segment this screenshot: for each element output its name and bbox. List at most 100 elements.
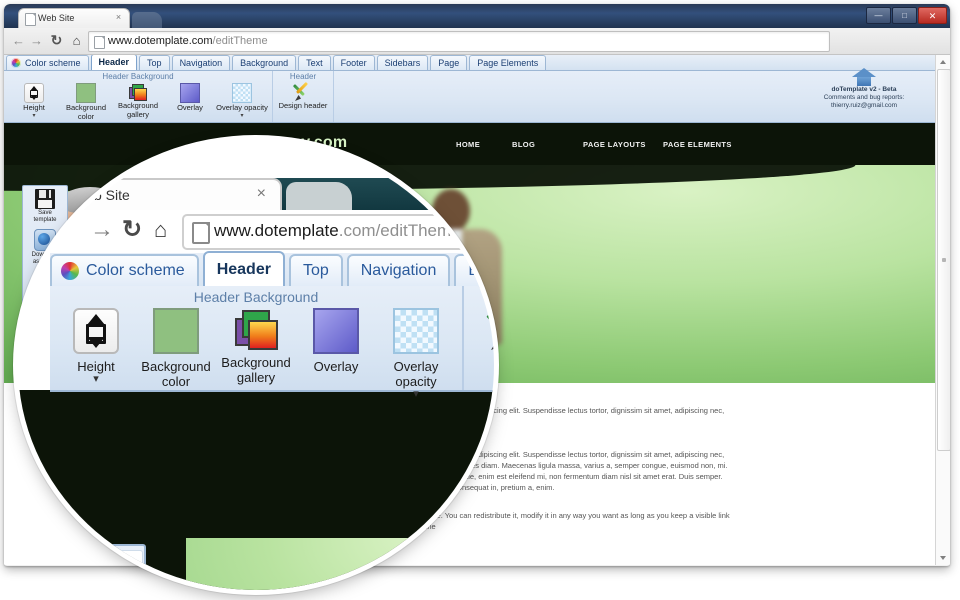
- ribbon-button-height[interactable]: Height ▾: [8, 82, 60, 119]
- site-nav-page-layouts[interactable]: PAGE LAYOUTS: [583, 140, 663, 149]
- color-wheel-icon: [11, 58, 21, 68]
- minimize-button[interactable]: —: [866, 7, 891, 24]
- magnified-address-bar[interactable]: www.dotemplate.com/editTheme: [182, 214, 494, 250]
- close-icon[interactable]: ×: [114, 13, 123, 22]
- scroll-down-icon[interactable]: [936, 551, 950, 565]
- minimize-icon: —: [874, 10, 883, 20]
- ribbon-toolbar: Header Background Height ▾ Background co…: [4, 68, 950, 123]
- browser-titlebar: Web Site × — □ ✕: [4, 4, 950, 29]
- browser-toolbar: ← → ↻ ⌂ www.dotemplate.com/editTheme: [4, 28, 950, 55]
- magnified-tab-background[interactable]: Background: [454, 254, 494, 286]
- tab-page-elements[interactable]: Page Elements: [469, 55, 547, 70]
- close-window-button[interactable]: ✕: [918, 7, 947, 24]
- color-wheel-icon: [61, 262, 79, 280]
- ribbon-group-header: Header Design header: [273, 71, 334, 122]
- maximize-button[interactable]: □: [892, 7, 917, 24]
- new-tab-button[interactable]: [132, 12, 162, 28]
- ribbon-button-label: Overlay: [177, 103, 203, 112]
- url-path: /editTheme: [212, 35, 268, 47]
- close-icon[interactable]: ×: [257, 185, 266, 203]
- url-domain: www.dotemplate: [214, 221, 339, 240]
- tab-background[interactable]: Background: [232, 55, 297, 70]
- scrollbar-thumb[interactable]: [937, 69, 950, 451]
- magnifier-content: b Site × → ↻ ⌂ www.dotemplate.com/editTh…: [18, 140, 494, 590]
- ribbon-button-overlay-opacity[interactable]: Overlay opacity ▾: [216, 82, 268, 119]
- ribbon-group-title: Header: [289, 72, 317, 81]
- magnified-button-label: Overlay opacity: [393, 359, 439, 389]
- ribbon-button-label: Height: [23, 103, 45, 112]
- tab-top[interactable]: Top: [139, 55, 170, 70]
- tab-text[interactable]: Text: [298, 55, 331, 70]
- back-icon[interactable]: ←: [10, 32, 27, 49]
- magnified-button-height[interactable]: Height ▾: [56, 308, 136, 385]
- magnified-side-toolbox: Save mplate: [56, 544, 146, 590]
- height-arrows-icon: [24, 83, 44, 103]
- reload-icon[interactable]: ↻: [48, 32, 65, 49]
- reload-icon[interactable]: ↻: [122, 216, 142, 244]
- magnified-button-label: color: [161, 374, 191, 389]
- home-icon[interactable]: ⌂: [68, 32, 85, 49]
- tab-sidebars[interactable]: Sidebars: [376, 55, 429, 70]
- magnified-ribbon-toolbar: Header Background Height ▾ Background co…: [50, 286, 494, 400]
- tab-page[interactable]: Page: [430, 55, 468, 70]
- tab-color-scheme[interactable]: Color scheme: [6, 55, 89, 70]
- magnified-browser-tab[interactable]: b Site ×: [78, 178, 282, 212]
- magnified-tab-navigation[interactable]: Navigation: [346, 254, 451, 286]
- address-bar[interactable]: www.dotemplate.com/editTheme: [88, 31, 830, 52]
- checker-opacity-icon: [393, 308, 439, 354]
- ribbon-button-label: Background gallery: [117, 101, 159, 119]
- tab-header[interactable]: Header: [90, 55, 138, 70]
- magnified-button-label: Background: [141, 359, 211, 374]
- magnified-new-tab-button[interactable]: [286, 182, 352, 210]
- magnified-button-background-gallery[interactable]: Background gallery: [216, 308, 296, 385]
- pencil-design-icon: [292, 81, 312, 101]
- magnified-tabstrip: b Site ×: [78, 178, 494, 212]
- magnified-tab-color-scheme[interactable]: Color scheme: [50, 254, 199, 286]
- chevron-down-icon[interactable]: ▾: [56, 374, 136, 385]
- site-nav-page-elements[interactable]: PAGE ELEMENTS: [663, 140, 732, 149]
- magnified-browser-toolbar: → ↻ ⌂ www.dotemplate.com/editTheme: [78, 210, 494, 252]
- tab-footer[interactable]: Footer: [332, 55, 375, 70]
- forward-icon[interactable]: →: [28, 32, 45, 49]
- magnified-tab-header[interactable]: Header: [202, 251, 285, 286]
- floppy-save-icon: [79, 563, 123, 590]
- green-swatch-icon: [153, 308, 199, 354]
- gallery-stack-icon: [235, 308, 278, 350]
- url-path: .com/editTheme: [338, 221, 461, 240]
- overlay-swatch-icon: [180, 83, 200, 103]
- chevron-down-icon[interactable]: ▾: [216, 113, 268, 119]
- tab-navigation[interactable]: Navigation: [171, 55, 231, 70]
- chevron-down-icon[interactable]: ▾: [8, 113, 60, 119]
- ribbon-button-background-gallery[interactable]: Background gallery: [112, 82, 164, 119]
- magnified-site-header-green: [186, 538, 494, 590]
- site-nav-blog[interactable]: BLOG: [512, 140, 583, 149]
- ribbon-button-label: Background color: [65, 103, 107, 121]
- vertical-scrollbar[interactable]: [935, 55, 950, 565]
- brand-contact-email: thierry.ruiz@gmail.com: [830, 102, 898, 109]
- magnified-button-label: Height: [77, 359, 115, 374]
- scroll-up-icon[interactable]: [936, 55, 950, 69]
- browser-tab-title: Web Site: [38, 13, 75, 23]
- chevron-down-icon[interactable]: ▾: [376, 389, 456, 400]
- magnified-button-overlay[interactable]: Overlay: [296, 308, 376, 374]
- window-controls: — □ ✕: [866, 7, 947, 24]
- ribbon-button-design-header[interactable]: Design header: [277, 81, 329, 111]
- magnified-tab-top[interactable]: Top: [288, 254, 343, 286]
- browser-tab[interactable]: Web Site ×: [18, 8, 130, 29]
- ribbon-button-label: Design header: [278, 101, 328, 110]
- screenshot-root: Web Site × — □ ✕ ← → ↻ ⌂ www.dotemplate.…: [0, 0, 960, 600]
- forward-icon[interactable]: →: [90, 216, 114, 244]
- magnified-tab-title: b Site: [94, 187, 130, 203]
- home-icon[interactable]: ⌂: [154, 216, 167, 244]
- magnified-button-overlay-opacity[interactable]: Overlay opacity ▾: [376, 308, 456, 400]
- ribbon-button-background-color[interactable]: Background color: [60, 82, 112, 121]
- magnified-group-header-background: Header Background Height ▾ Background co…: [50, 286, 464, 400]
- ribbon-button-overlay[interactable]: Overlay: [164, 82, 216, 113]
- magnified-group-title: Header Background: [193, 289, 319, 305]
- magnified-button-label: Background: [221, 355, 291, 370]
- ribbon-tab-bar: Color scheme Header Top Navigation Backg…: [4, 55, 950, 71]
- magnified-button-background-color[interactable]: Background color: [136, 308, 216, 389]
- magnified-save-template-button[interactable]: Save mplate: [59, 550, 143, 590]
- magnified-button-design-header[interactable]: De hea: [470, 308, 494, 385]
- close-icon: ✕: [928, 10, 937, 21]
